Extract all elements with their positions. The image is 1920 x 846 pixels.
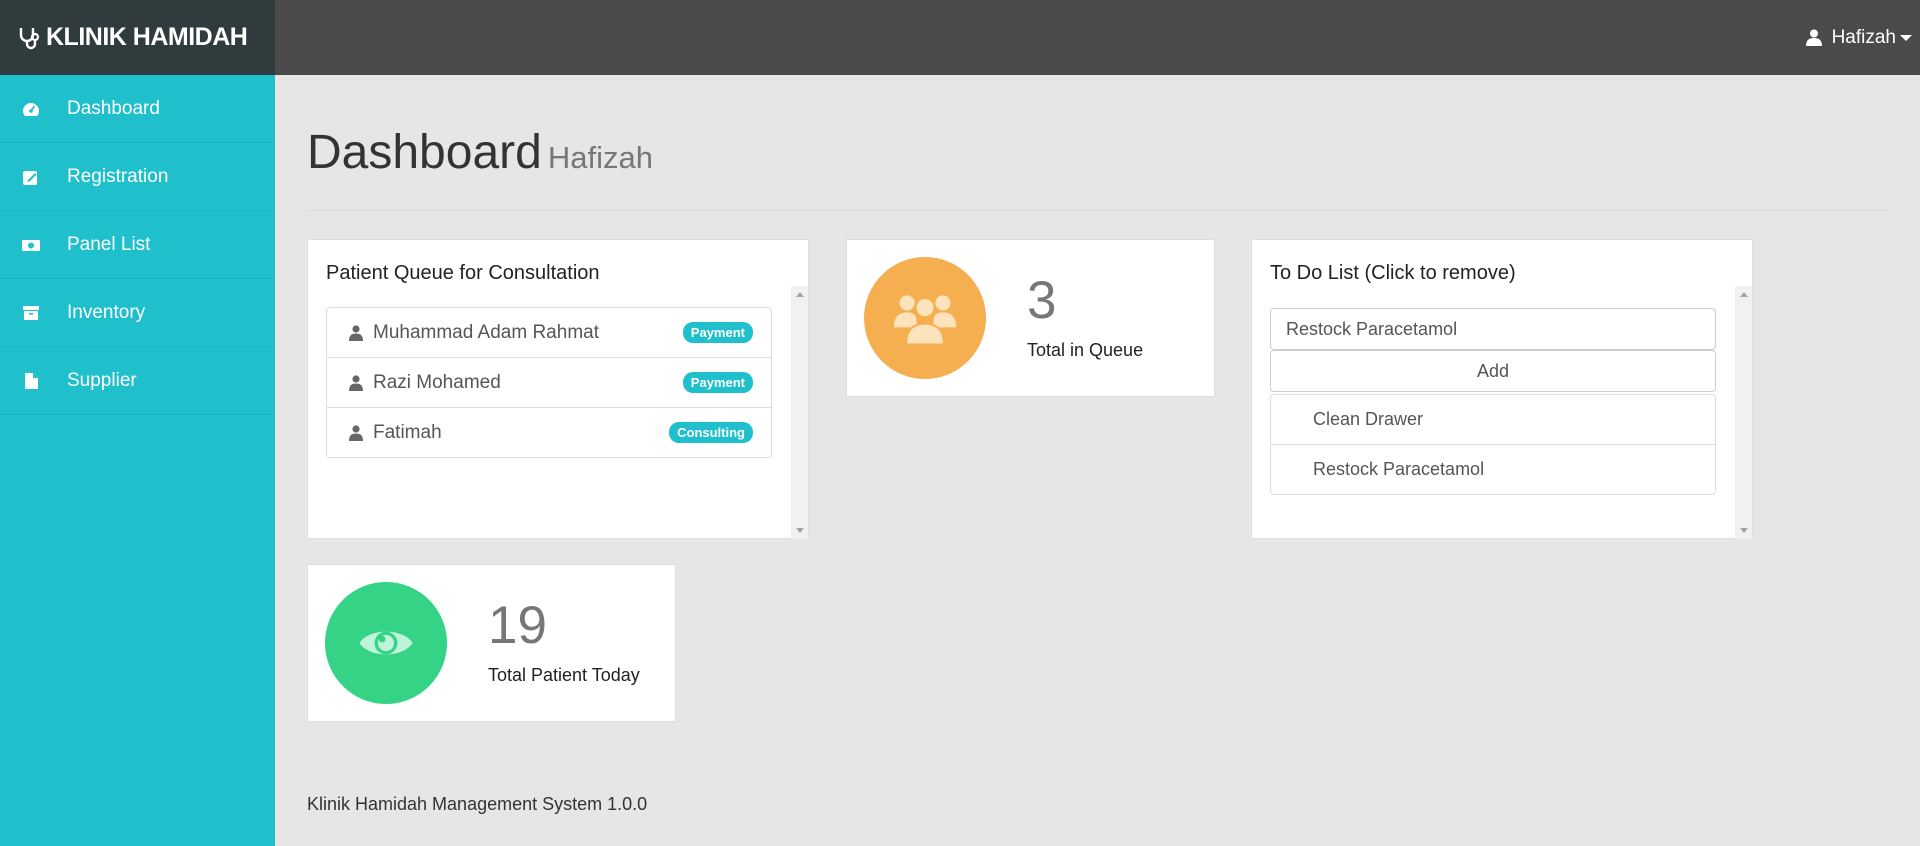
divider: [307, 210, 1887, 211]
status-badge: Payment: [682, 322, 753, 343]
scroll-up-icon[interactable]: [796, 292, 804, 297]
scroll-down-icon[interactable]: [1740, 528, 1748, 533]
sidebar-item-label: Inventory: [67, 301, 146, 323]
user-icon: [1805, 29, 1822, 46]
todo-area: Add Clean Drawer Restock Paracetamol: [1270, 308, 1716, 495]
footer-text: Klinik Hamidah Management System 1.0.0: [307, 794, 648, 814]
scrollbar[interactable]: [791, 286, 808, 539]
today-stat-circle: [325, 582, 447, 704]
main-content: Dashboard Hafizah Patient Queue for Consu…: [307, 75, 1887, 722]
scroll-up-icon[interactable]: [1740, 292, 1748, 297]
archive-icon: [23, 305, 39, 320]
scrollbar[interactable]: [1735, 286, 1752, 539]
panel-title: Patient Queue for Consultation: [326, 262, 600, 284]
queue-count: 3: [1027, 271, 1057, 330]
user-menu-dropdown[interactable]: Hafizah: [1805, 0, 1912, 75]
queue-count-label: Total in Queue: [1027, 340, 1144, 360]
patient-queue-list: Muhammad Adam Rahmat Payment Razi Mohame…: [326, 307, 772, 458]
user-icon: [349, 324, 363, 341]
sidebar-item-label: Registration: [67, 165, 169, 187]
sidebar-item-inventory[interactable]: Inventory: [0, 279, 275, 347]
scroll-down-icon[interactable]: [796, 528, 804, 533]
panel-title: To Do List (Click to remove): [1270, 262, 1516, 284]
page-title-text: Dashboard: [307, 126, 542, 179]
sidebar-item-label: Dashboard: [67, 97, 160, 119]
list-item[interactable]: Fatimah Consulting: [326, 407, 772, 458]
file-icon: [25, 372, 38, 389]
list-item[interactable]: Clean Drawer: [1270, 394, 1716, 445]
sidebar-item-label: Panel List: [67, 233, 151, 255]
todo-list-panel: To Do List (Click to remove) Add Clean D…: [1251, 239, 1753, 539]
edit-icon: [23, 170, 37, 185]
money-icon: [22, 239, 40, 251]
todo-items: Clean Drawer Restock Paracetamol: [1270, 394, 1716, 495]
page-subtitle: Hafizah: [547, 140, 653, 175]
today-count: 19: [488, 596, 547, 655]
status-badge: Consulting: [669, 422, 753, 443]
stethoscope-icon: [19, 27, 40, 49]
dashboard-icon: [23, 102, 39, 116]
caret-down-icon: [1900, 34, 1912, 41]
sidebar-item-supplier[interactable]: Supplier: [0, 347, 275, 415]
brand-name: KLINIK HAMIDAH: [46, 23, 248, 51]
patient-queue-panel: Patient Queue for Consultation Muhammad …: [307, 239, 809, 539]
list-item[interactable]: Muhammad Adam Rahmat Payment: [326, 307, 772, 358]
patient-name: Muhammad Adam Rahmat: [373, 321, 599, 343]
total-patient-today-card: 19 Total Patient Today: [307, 564, 676, 722]
total-in-queue-card: 3 Total in Queue: [846, 239, 1215, 397]
patient-name: Razi Mohamed: [373, 371, 501, 393]
patient-name: Fatimah: [373, 421, 442, 443]
users-icon: [893, 295, 957, 346]
user-name: Hafizah: [1831, 26, 1896, 48]
user-icon: [349, 424, 363, 441]
user-icon: [349, 374, 363, 391]
add-todo-button[interactable]: Add: [1270, 350, 1716, 392]
sidebar-item-dashboard[interactable]: Dashboard: [0, 75, 275, 143]
top-navbar: KLINIK HAMIDAH Hafizah: [0, 0, 1920, 75]
queue-stat-circle: [864, 257, 986, 379]
sidebar-item-panel-list[interactable]: Panel List: [0, 211, 275, 279]
sidebar-item-label: Supplier: [67, 369, 137, 391]
list-item[interactable]: Razi Mohamed Payment: [326, 357, 772, 408]
eye-icon: [359, 631, 413, 655]
page-title: Dashboard Hafizah: [307, 125, 1887, 180]
sidebar-item-registration[interactable]: Registration: [0, 143, 275, 211]
status-badge: Payment: [682, 372, 753, 393]
sidebar: Dashboard Registration Panel List Invent…: [0, 75, 275, 846]
todo-input[interactable]: [1270, 308, 1716, 350]
today-count-label: Total Patient Today: [488, 665, 640, 685]
brand-logo[interactable]: KLINIK HAMIDAH: [0, 0, 275, 75]
list-item[interactable]: Restock Paracetamol: [1270, 444, 1716, 495]
